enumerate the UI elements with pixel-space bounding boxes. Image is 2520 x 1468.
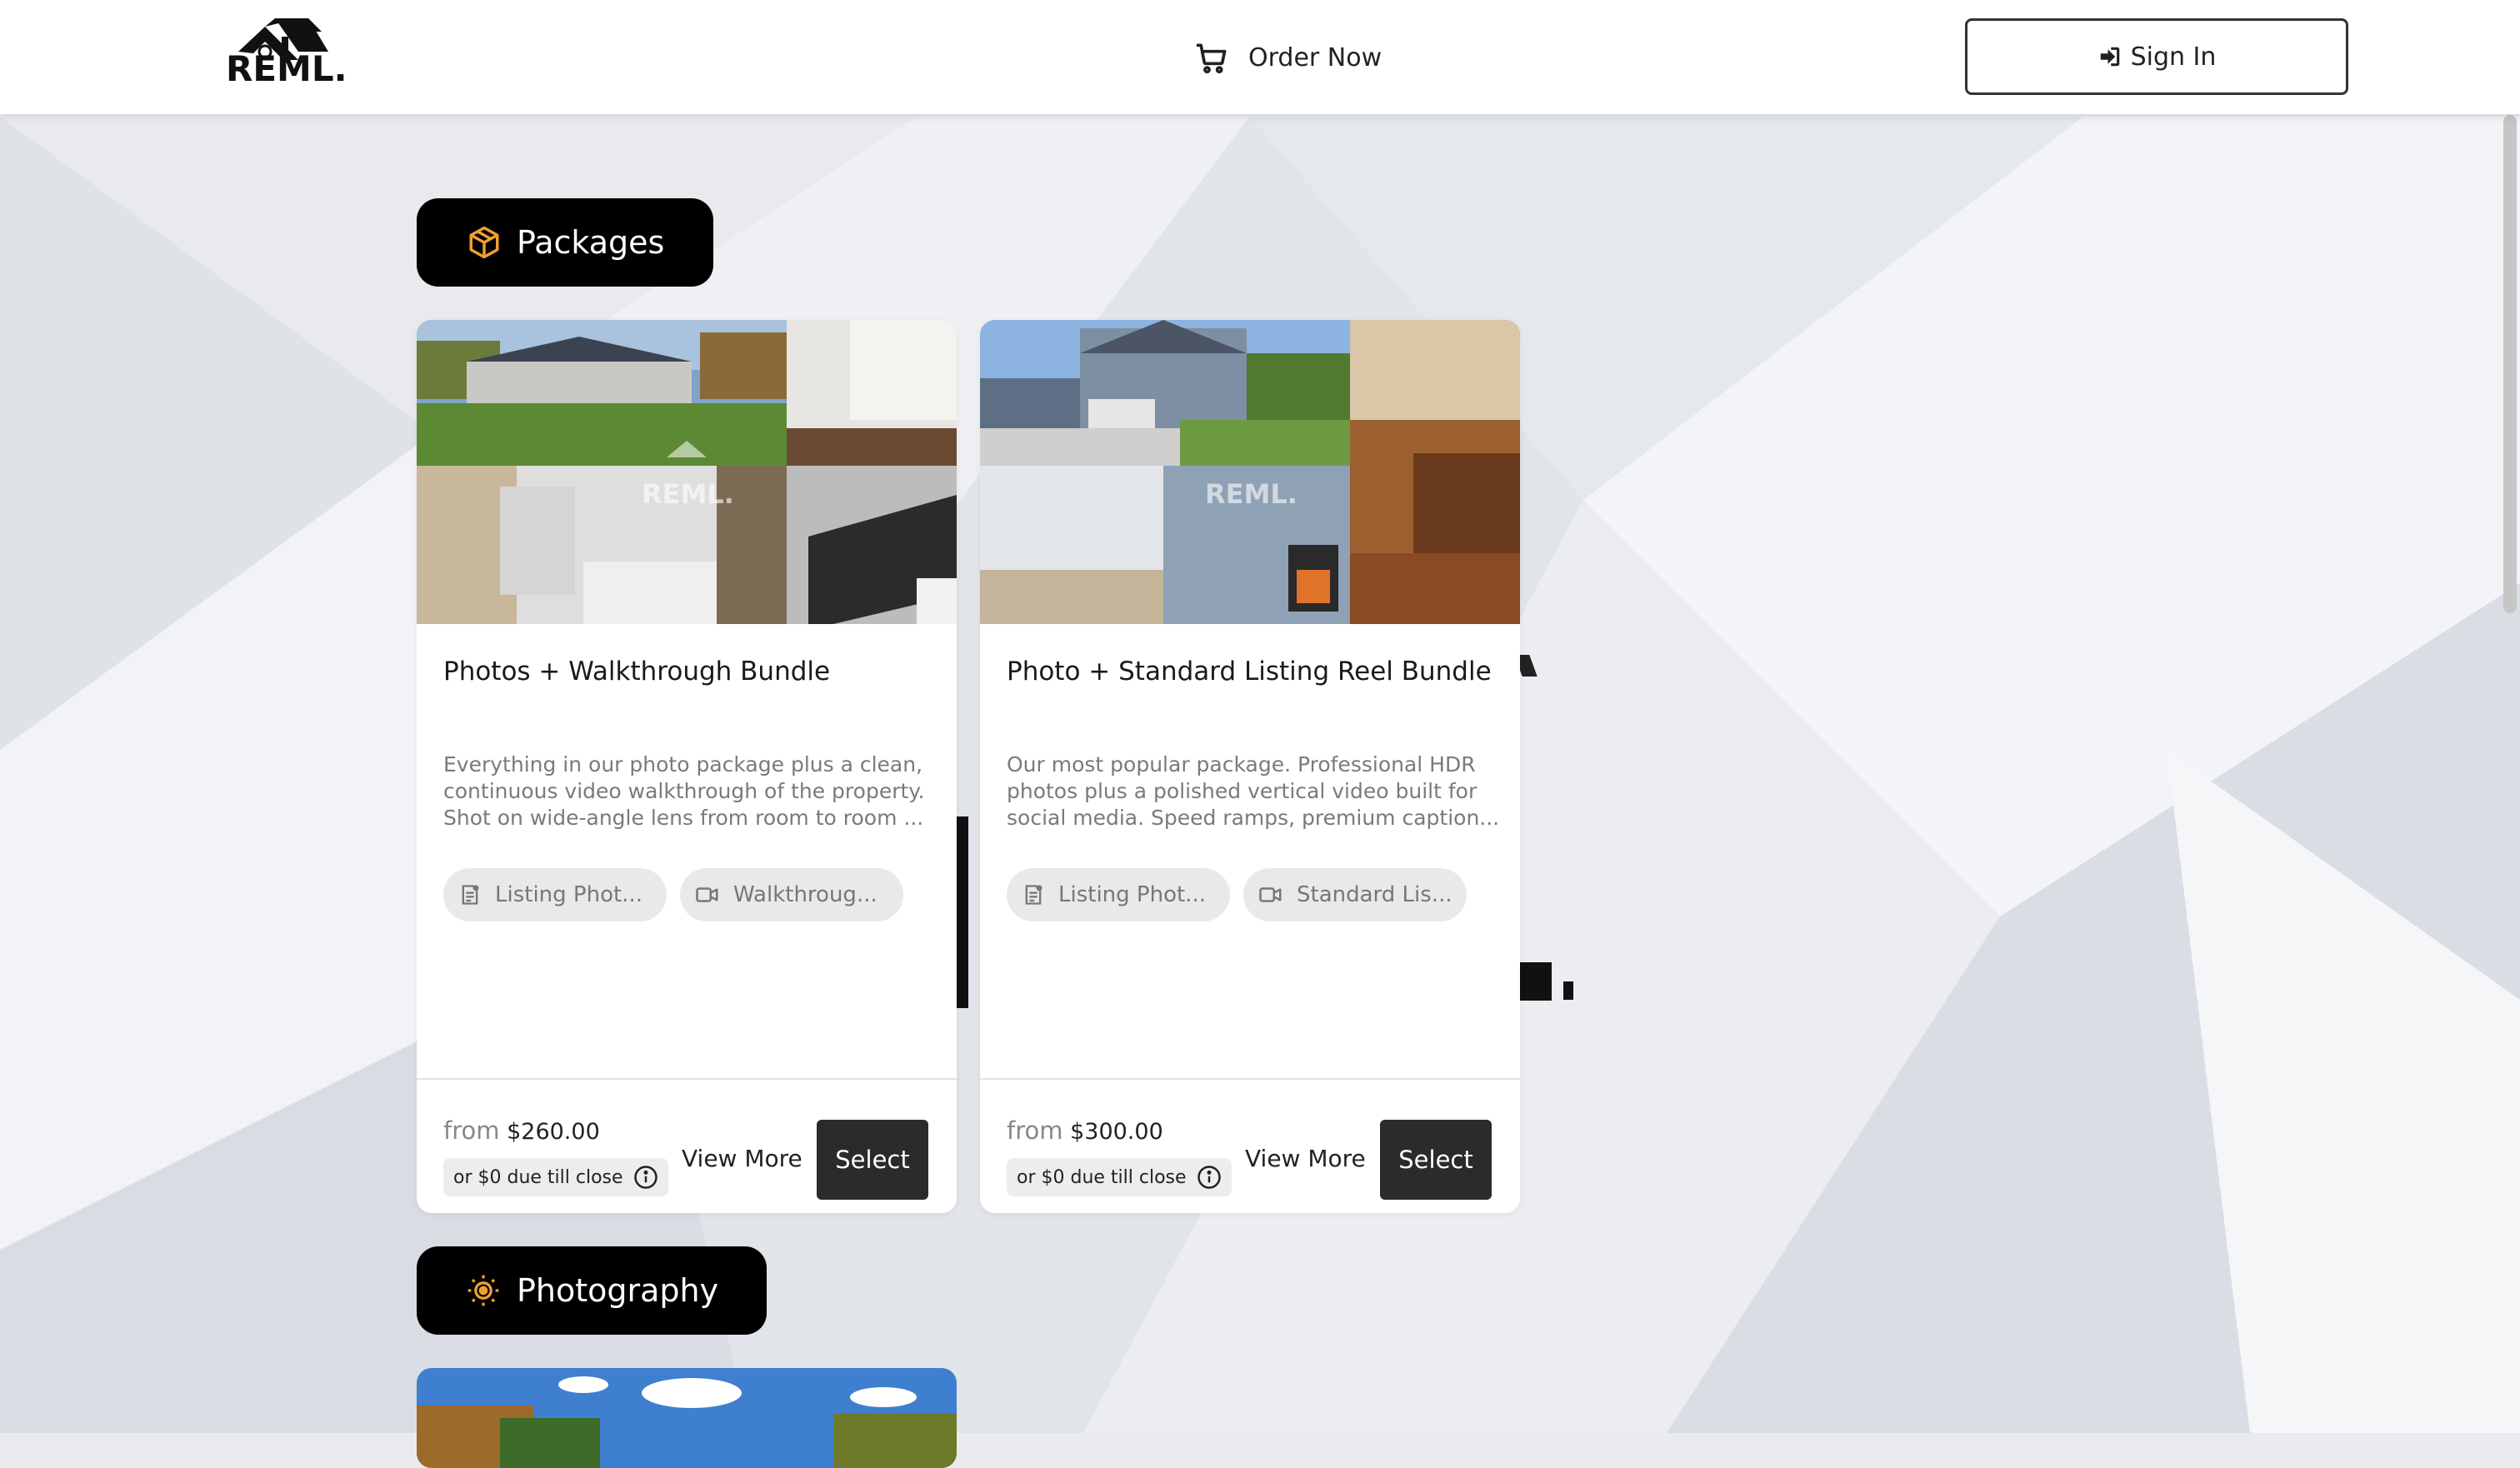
price-text: from $300.00 (1007, 1116, 1163, 1145)
included-item-chip[interactable]: Standard Lis... (1243, 868, 1467, 921)
description-line: Everything in our photo package plus a c… (443, 752, 923, 776)
package-title: Photo + Standard Listing Reel Bundle (1007, 657, 1492, 687)
included-item-chip[interactable]: Listing Phot... (443, 868, 667, 921)
photo-doc-icon (1025, 885, 1042, 905)
image-watermark: REML. (1205, 478, 1298, 510)
box-icon (469, 226, 499, 259)
package-title: Photos + Walkthrough Bundle (443, 657, 831, 687)
included-item-chip[interactable]: Walkthroug... (680, 868, 903, 921)
photography-label: Photography (517, 1272, 719, 1309)
page-scrollbar[interactable] (2503, 115, 2517, 613)
photography-section-header: Photography (417, 1246, 767, 1335)
price-from-label: from (1007, 1116, 1063, 1145)
due-till-close-badge: or $0 due till close (443, 1158, 668, 1196)
package-description: Our most popular package. Professional H… (1007, 751, 1498, 831)
price-from-label: from (443, 1116, 500, 1145)
due-label: or $0 due till close (1017, 1166, 1187, 1188)
order-now-link[interactable]: Order Now (1193, 37, 1382, 78)
description-line: Shot on wide-angle lens from room to roo… (443, 806, 924, 830)
sign-in-button[interactable]: Sign In (1965, 18, 2348, 95)
due-label: or $0 due till close (453, 1166, 623, 1188)
packages-section-header: Packages (417, 198, 713, 287)
due-till-close-badge: or $0 due till close (1007, 1158, 1232, 1196)
chip-label: Listing Phot... (1058, 882, 1206, 907)
price-value: $300.00 (1070, 1119, 1163, 1145)
background-mark (957, 816, 968, 1008)
logo-text[interactable]: REML. (226, 52, 348, 87)
select-button[interactable]: Select (1380, 1120, 1492, 1200)
package-card: REML. Photos + Walkthrough Bundle Everyt… (417, 320, 957, 1213)
card-divider (417, 1078, 957, 1080)
view-more-link[interactable]: View More (1245, 1145, 1366, 1172)
aperture-icon (468, 1275, 499, 1306)
package-description: Everything in our photo package plus a c… (443, 751, 935, 831)
info-icon[interactable] (1197, 1165, 1222, 1190)
description-line: continuous video walkthrough of the prop… (443, 779, 925, 803)
background-mark (1518, 962, 1552, 1001)
package-hero-image[interactable] (980, 320, 1520, 624)
price-text: from $260.00 (443, 1116, 600, 1145)
video-camera-icon (1259, 887, 1282, 902)
photo-doc-icon (462, 885, 479, 905)
included-item-chip[interactable]: Listing Phot... (1007, 868, 1230, 921)
card-divider (980, 1078, 1520, 1080)
background-mark (1563, 981, 1573, 1000)
package-card: REML. Photo + Standard Listing Reel Bund… (980, 320, 1520, 1213)
sign-in-label: Sign In (2130, 42, 2217, 72)
select-button[interactable]: Select (817, 1120, 928, 1200)
cart-icon (1196, 43, 1227, 74)
order-now-label: Order Now (1248, 42, 1382, 72)
description-line: photos plus a polished vertical video bu… (1007, 779, 1478, 803)
price-value: $260.00 (507, 1119, 600, 1145)
video-camera-icon (696, 887, 718, 902)
description-line: Our most popular package. Professional H… (1007, 752, 1476, 776)
info-icon[interactable] (633, 1165, 658, 1190)
image-watermark: REML. (642, 478, 734, 510)
description-line: social media. Speed ramps, premium capti… (1007, 806, 1498, 830)
sign-in-icon (2100, 47, 2119, 67)
chip-label: Standard Lis... (1297, 882, 1452, 907)
chip-label: Listing Phot... (495, 882, 642, 907)
top-navbar: REML. Order Now Sign In (0, 0, 2520, 114)
chip-label: Walkthroug... (733, 882, 878, 907)
photography-card-image[interactable] (417, 1368, 957, 1468)
package-hero-image[interactable] (417, 320, 957, 624)
view-more-link[interactable]: View More (682, 1145, 802, 1172)
packages-label: Packages (517, 224, 665, 261)
